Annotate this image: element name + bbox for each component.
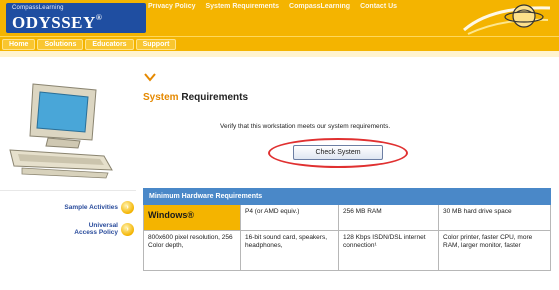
logo-tagline: CompassLearning — [12, 5, 64, 11]
nav-divider — [0, 51, 559, 57]
table-row: 800x600 pixel resolution, 256 Color dept… — [143, 231, 551, 271]
sidebar-divider — [0, 190, 136, 191]
arrow-right-icon: › — [121, 201, 134, 214]
table-cell: 16-bit sound card, speakers, headphones, — [241, 231, 339, 271]
main-nav: Home Solutions Educators Support — [0, 36, 559, 51]
table-cell: P4 (or AMD equiv.) — [241, 205, 339, 231]
top-links: Privacy Policy System Requirements Compa… — [148, 3, 397, 10]
nav-educators[interactable]: Educators — [85, 39, 134, 50]
verify-instruction: Verify that this workstation meets our s… — [220, 123, 391, 130]
universal-access-label: Universal Access Policy — [74, 222, 118, 236]
odyssey-logo[interactable]: CompassLearning ODYSSEY® — [6, 3, 146, 33]
requirements-table: Minimum Hardware Requirements Windows® P… — [143, 188, 551, 271]
arrow-right-icon: › — [121, 222, 134, 236]
nav-home[interactable]: Home — [2, 39, 36, 50]
site-header: CompassLearning ODYSSEY® Privacy Policy … — [0, 0, 559, 36]
table-row: Windows® P4 (or AMD equiv.) 256 MB RAM 3… — [143, 205, 551, 231]
sample-activities-label: Sample Activities — [64, 204, 118, 211]
table-cell: 256 MB RAM — [339, 205, 439, 231]
check-system-button[interactable]: Check System — [293, 145, 383, 160]
computer-illustration-icon — [9, 83, 113, 179]
chevron-down-icon — [144, 73, 156, 82]
logo-wordmark: ODYSSEY® — [12, 13, 103, 32]
sample-activities-link[interactable]: Sample Activities › — [64, 201, 134, 214]
page-title: System Requirements — [143, 92, 249, 103]
table-cell: 30 MB hard drive space — [439, 205, 551, 231]
universal-access-link[interactable]: Universal Access Policy › — [74, 222, 134, 236]
nav-solutions[interactable]: Solutions — [37, 39, 84, 50]
table-cell: Color printer, faster CPU, more RAM, lar… — [439, 231, 551, 271]
top-link-system-requirements[interactable]: System Requirements — [205, 3, 279, 10]
table-cell: 800x600 pixel resolution, 256 Color dept… — [143, 231, 241, 271]
table-header: Minimum Hardware Requirements — [143, 188, 551, 205]
table-cell-os: Windows® — [143, 205, 241, 231]
top-link-contact[interactable]: Contact Us — [360, 3, 397, 10]
top-link-compasslearning[interactable]: CompassLearning — [289, 3, 350, 10]
planet-swoosh-icon — [463, 4, 551, 35]
nav-support[interactable]: Support — [135, 39, 177, 50]
top-link-privacy[interactable]: Privacy Policy — [148, 3, 195, 10]
table-cell: 128 Kbps ISDN/DSL internet connection¹ — [339, 231, 439, 271]
